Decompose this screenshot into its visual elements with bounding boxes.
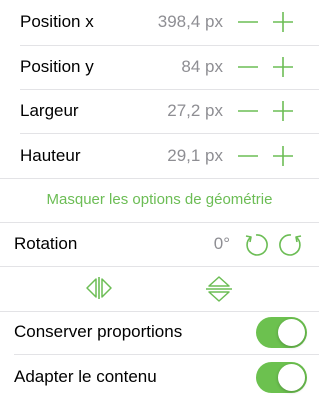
rotate-right-icon [279, 234, 302, 256]
width-decrement-button[interactable] [237, 100, 259, 122]
hide-geometry-options-row: Masquer les options de géométrie [0, 178, 319, 222]
height-increment-button[interactable] [272, 145, 294, 167]
fit-content-toggle[interactable] [256, 362, 307, 393]
plus-icon [273, 12, 293, 32]
height-decrement-button[interactable] [237, 145, 259, 167]
minus-icon [238, 110, 258, 112]
width-increment-button[interactable] [272, 100, 294, 122]
rotation-row: Rotation 0° [0, 222, 319, 266]
toggle-knob [278, 364, 305, 391]
position-y-row: Position y 84 px [0, 45, 319, 89]
position-x-increment-button[interactable] [272, 11, 294, 33]
fit-content-row: Adapter le contenu [0, 354, 319, 396]
keep-proportions-toggle[interactable] [256, 317, 307, 348]
keep-proportions-row: Conserver proportions [0, 311, 319, 354]
position-y-value[interactable]: 84 px [181, 57, 223, 77]
rotate-counterclockwise-button[interactable] [243, 232, 269, 258]
width-row: Largeur 27,2 px [0, 89, 319, 133]
toggle-knob [278, 319, 305, 346]
rotate-clockwise-button[interactable] [278, 232, 304, 258]
position-y-label: Position y [20, 57, 94, 76]
rotate-left-icon [245, 234, 268, 256]
position-y-increment-button[interactable] [272, 56, 294, 78]
position-x-decrement-button[interactable] [237, 11, 259, 33]
position-x-value[interactable]: 398,4 px [158, 12, 223, 32]
rotation-label: Rotation [14, 234, 78, 253]
minus-icon [238, 155, 258, 157]
position-y-decrement-button[interactable] [237, 56, 259, 78]
height-label: Hauteur [20, 146, 81, 165]
width-label: Largeur [20, 101, 79, 120]
position-x-label: Position x [20, 12, 94, 31]
width-value[interactable]: 27,2 px [167, 101, 223, 121]
height-row: Hauteur 29,1 px [0, 133, 319, 178]
keep-proportions-label: Conserver proportions [14, 322, 183, 341]
minus-icon [238, 21, 258, 23]
plus-icon [273, 57, 293, 77]
rotation-value[interactable]: 0° [214, 234, 230, 254]
position-x-row: Position x 398,4 px [0, 0, 319, 45]
flip-horizontal-icon [86, 277, 112, 299]
flip-vertical-icon [206, 276, 232, 302]
flip-row [0, 266, 319, 311]
height-value[interactable]: 29,1 px [167, 146, 223, 166]
minus-icon [238, 66, 258, 68]
flip-vertical-button[interactable] [205, 275, 233, 303]
fit-content-label: Adapter le contenu [14, 367, 157, 386]
plus-icon [273, 101, 293, 121]
geometry-panel: Position x 398,4 px Position y 84 px Lar… [0, 0, 319, 396]
plus-icon [273, 146, 293, 166]
hide-geometry-options-button[interactable]: Masquer les options de géométrie [0, 190, 319, 210]
flip-horizontal-button[interactable] [85, 276, 113, 300]
